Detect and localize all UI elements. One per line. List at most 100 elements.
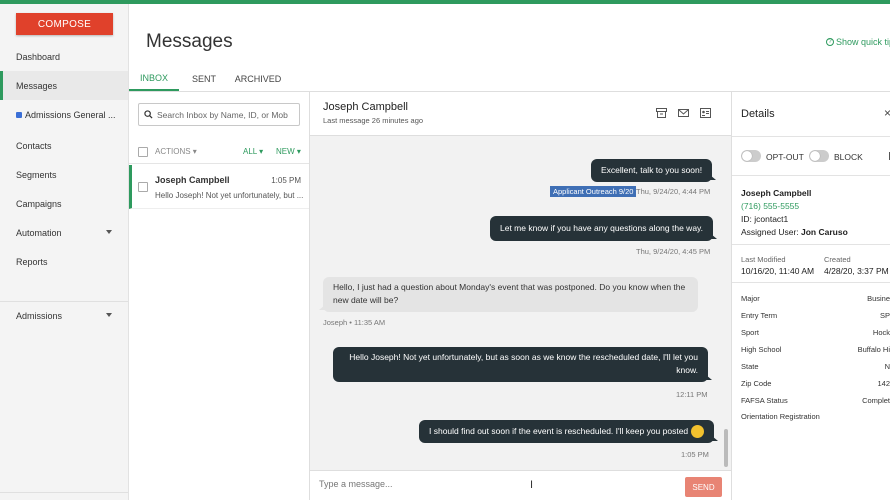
select-all-checkbox[interactable]: [138, 147, 148, 157]
message-text: new date will be?: [333, 295, 399, 305]
details-divider: [732, 175, 890, 176]
contact-card-icon[interactable]: [700, 108, 711, 118]
message-text: know.: [676, 365, 698, 375]
attribute-value: Complet: [862, 396, 890, 405]
message-text: Let me know if you have any questions al…: [500, 223, 704, 233]
quick-tips-label: Show quick tips: [836, 37, 890, 47]
message-meta: 1:05 PM: [681, 450, 709, 459]
attribute-label: Orientation Registration: [741, 412, 820, 421]
attribute-value: Hock: [872, 328, 890, 337]
campaign-tag[interactable]: Applicant Outreach 9/20: [550, 186, 637, 197]
attribute-label: Entry Term: [741, 311, 778, 320]
attribute-value: Buffalo Hi: [857, 345, 890, 354]
last-modified-value: 10/16/20, 11:40 AM: [741, 266, 815, 276]
tab-sent[interactable]: SENT: [185, 66, 223, 91]
outgoing-message: Let me know if you have any questions al…: [490, 216, 718, 241]
sidebar-item-automation[interactable]: Automation: [0, 218, 128, 247]
close-icon[interactable]: ×: [884, 106, 890, 120]
filter-new-dropdown[interactable]: NEW ▾: [276, 147, 301, 156]
block-toggle[interactable]: [809, 150, 829, 162]
id-value: jcontact1: [754, 214, 789, 224]
details-title: Details: [741, 108, 775, 120]
actions-dropdown[interactable]: ACTIONS ▾: [155, 147, 197, 156]
sidebar-item-label: Automation: [16, 227, 62, 238]
incoming-message: Hello, I just had a question about Monda…: [319, 277, 698, 312]
message-input[interactable]: [319, 479, 619, 489]
archive-icon[interactable]: [656, 108, 667, 118]
sidebar-item-label: Admissions General ...: [25, 109, 116, 120]
filter-all-label: ALL: [243, 147, 257, 156]
opt-out-label: OPT-OUT: [766, 152, 804, 162]
envelope-icon[interactable]: [678, 108, 689, 118]
sidebar-item-label: Contacts: [16, 140, 52, 151]
created-value: 4/28/20, 3:37 PM: [824, 266, 889, 276]
block-label: BLOCK: [834, 152, 863, 162]
sidebar-item-reports[interactable]: Reports: [0, 247, 128, 276]
message-meta: Joseph • 11:35 AM: [323, 318, 386, 327]
conversation-preview: Hello Joseph! Not yet unfortunately, but…: [155, 191, 304, 200]
message-meta: Thu, 9/24/20, 4:44 PM: [636, 187, 711, 196]
sidebar-item-label: Segments: [16, 169, 57, 180]
search-icon: [144, 110, 153, 119]
filter-new-label: NEW: [276, 147, 295, 156]
sidebar-item-label: Reports: [16, 256, 48, 267]
message-meta: Thu, 9/24/20, 4:45 PM: [636, 247, 711, 256]
actions-label: ACTIONS: [155, 147, 191, 156]
chevron-down-icon: [106, 313, 112, 317]
sidebar-item-dashboard[interactable]: Dashboard: [0, 42, 128, 71]
chat-scrollbar[interactable]: [724, 429, 728, 467]
attribute-value: 142: [877, 379, 890, 388]
message-text: Excellent, talk to you soon!: [601, 165, 703, 175]
help-circle-icon: ?: [826, 38, 834, 46]
sidebar-item-segments[interactable]: Segments: [0, 160, 128, 189]
contact-name: Joseph Campbell: [741, 188, 812, 198]
smiley-emoji-icon: [691, 425, 705, 438]
created-label: Created: [824, 255, 851, 264]
top-accent-bar: [0, 0, 890, 4]
id-label: ID:: [741, 214, 752, 224]
attribute-label: Major: [741, 294, 760, 303]
message-text: Hello, I just had a question about Monda…: [333, 282, 686, 292]
chevron-down-icon: [106, 230, 112, 234]
search-box: [138, 103, 300, 126]
outgoing-message: I should find out soon if the event is r…: [419, 420, 719, 443]
contact-id: ID: jcontact1: [741, 214, 788, 224]
sidebar-item-label: Campaigns: [16, 198, 62, 209]
sidebar-item-label: Messages: [16, 80, 58, 91]
sidebar-item-contacts[interactable]: Contacts: [0, 131, 128, 160]
tab-archived[interactable]: ARCHIVED: [233, 66, 283, 91]
inbox-toolbar: ACTIONS ▾ ALL ▾ NEW ▾: [129, 140, 309, 164]
compose-button[interactable]: COMPOSE: [16, 13, 113, 35]
message-text: Hello Joseph! Not yet unfortunately, but…: [349, 352, 698, 362]
search-input[interactable]: [157, 109, 297, 120]
outgoing-message: Hello Joseph! Not yet unfortunately, but…: [333, 347, 712, 382]
sidebar: COMPOSE Dashboard Messages Admissions Ge…: [0, 4, 129, 500]
message-compose-bar: I SEND: [310, 470, 731, 500]
sidebar-item-messages[interactable]: Messages: [0, 71, 128, 100]
sidebar-item-admissions[interactable]: Admissions: [0, 301, 128, 330]
attribute-value: N: [884, 362, 890, 371]
conversation-item[interactable]: Joseph Campbell 1:05 PM Hello Joseph! No…: [129, 165, 309, 209]
tab-inbox[interactable]: INBOX: [129, 66, 179, 91]
conversation-checkbox[interactable]: [138, 182, 148, 192]
text-cursor-icon: I: [530, 479, 534, 491]
last-modified-label: Last Modified: [741, 255, 786, 264]
contact-phone[interactable]: (716) 555-5555: [741, 201, 799, 211]
outgoing-message: Excellent, talk to you soon!: [591, 159, 717, 182]
attribute-value: SP: [879, 311, 890, 320]
attribute-value: Busine: [867, 294, 890, 303]
opt-out-toggle[interactable]: [741, 150, 761, 162]
conversation-time: 1:05 PM: [271, 176, 301, 185]
filter-all-dropdown[interactable]: ALL ▾: [243, 147, 263, 156]
sidebar-item-campaigns[interactable]: Campaigns: [0, 189, 128, 218]
details-divider: [732, 282, 890, 283]
quick-tips-link[interactable]: ? Show quick tips: [826, 37, 890, 47]
send-button[interactable]: SEND: [685, 477, 722, 497]
channel-color-icon: [16, 111, 22, 118]
page-title: Messages: [146, 31, 233, 52]
attribute-label: FAFSA Status: [741, 396, 788, 405]
chat-contact-name: Joseph Campbell: [323, 101, 408, 113]
attribute-label: State: [741, 362, 759, 371]
sidebar-item-admissions-general[interactable]: Admissions General ...: [0, 100, 128, 129]
last-message-time: Last message 26 minutes ago: [323, 116, 424, 125]
